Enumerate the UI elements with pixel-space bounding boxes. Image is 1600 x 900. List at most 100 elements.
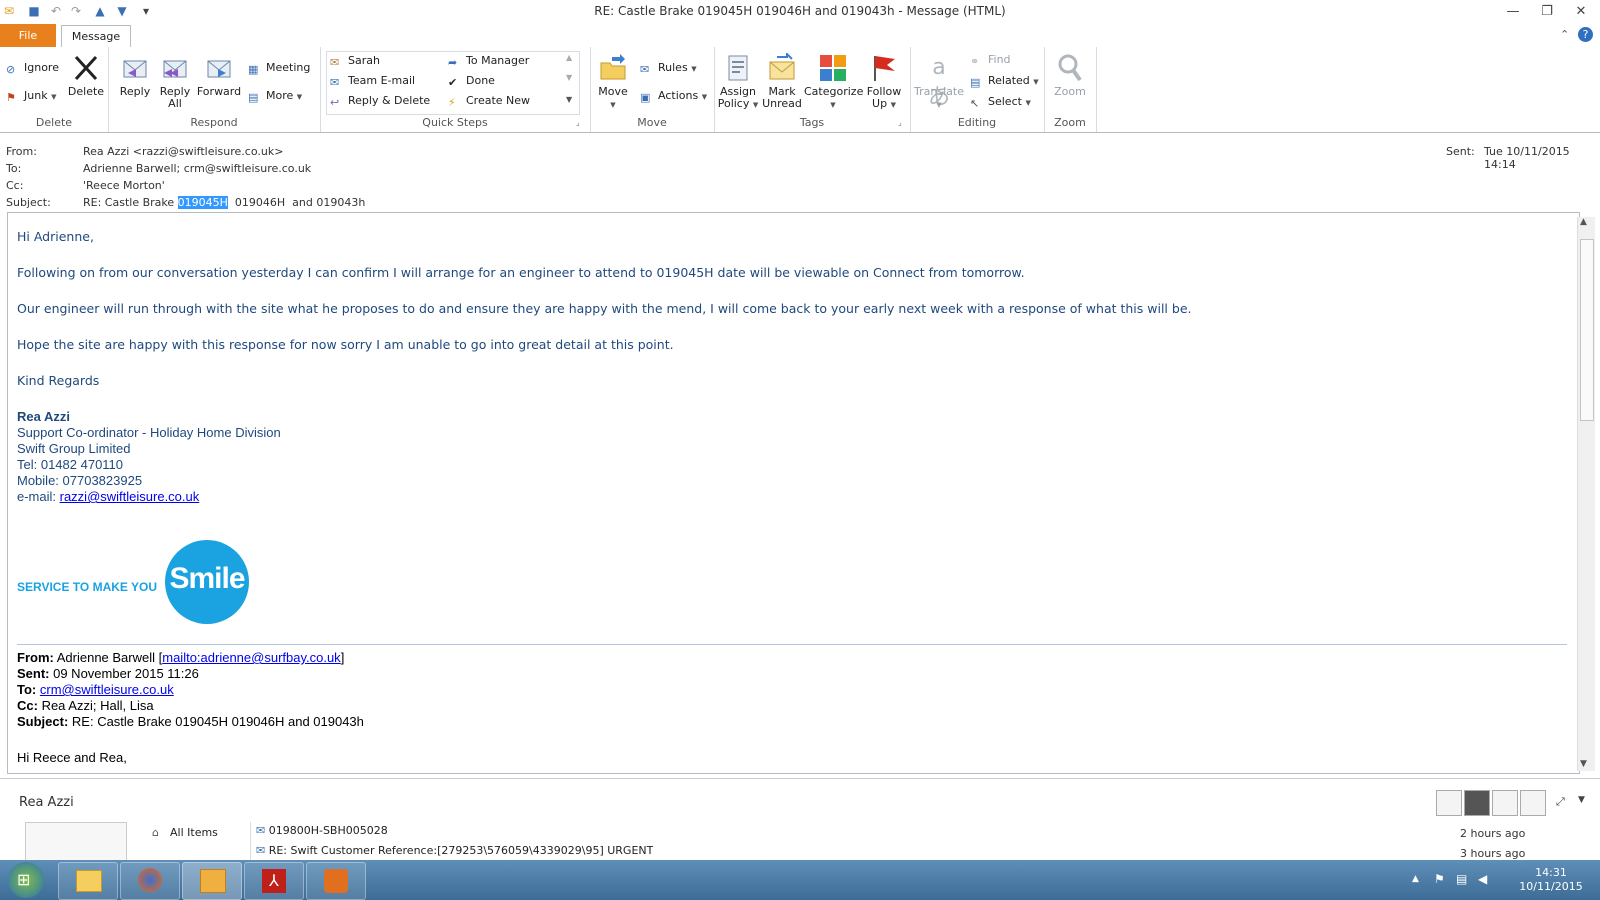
gallery-more-icon[interactable]: ▼ [566,95,572,104]
delete-button[interactable]: Delete [66,53,106,98]
chevron-down-icon: ▼ [890,101,896,109]
people-item-2-time: 3 hours ago [1460,847,1526,860]
forward-button[interactable]: Forward [196,53,242,98]
mark-unread-icon [769,53,795,80]
actions-button[interactable]: ▣ Actions ▼ [640,87,707,105]
junk-button[interactable]: ⚑ Junk ▼ [6,87,56,105]
actions-label: Actions [658,89,699,102]
expand-pane-icon[interactable]: ⤢ [1556,795,1565,809]
message-body[interactable] [7,212,1580,774]
all-items-tab[interactable]: All Items [170,826,218,839]
vertical-scrollbar[interactable]: ▲ ▼ [1577,217,1595,771]
tab-file[interactable]: File [0,24,56,47]
rules-button[interactable]: ✉ Rules ▼ [640,59,697,77]
person-avatar-1[interactable] [1436,790,1462,816]
redo-icon[interactable]: ↷ [68,3,84,19]
quickstep-done[interactable]: ✔ Done [448,72,495,90]
next-item-icon[interactable]: ▼ [114,3,130,19]
gallery-down-icon[interactable]: ▼ [566,73,572,82]
chevron-down-icon: ▼ [610,101,616,109]
pane-options-icon[interactable]: ▼ [1578,795,1585,805]
tray-network-icon[interactable]: ▤ [1456,872,1467,886]
chevron-down-icon: ▼ [51,93,57,101]
start-button[interactable]: ⊞ [8,862,44,898]
meeting-button[interactable]: ▦ Meeting [248,59,310,77]
people-item-2[interactable]: ✉ RE: Swift Customer Reference:[279253\5… [256,844,653,859]
categorize-button[interactable]: Categorize ▼ [804,53,863,111]
from-value[interactable]: Rea Azzi <razzi@swiftleisure.co.uk> [83,145,283,158]
move-group-label: Move [637,116,667,129]
scrollbar-thumb[interactable] [1580,239,1594,421]
taskbar-clock[interactable]: 14:31 10/11/2015 [1516,866,1586,894]
follow-up-button[interactable]: Follow Up ▼ [864,53,904,111]
taskbar-firefox[interactable] [120,862,180,900]
body-paragraph-2: Our engineer will run through with the s… [17,301,1192,316]
ignore-button[interactable]: ⊘ Ignore [6,59,59,77]
help-icon[interactable]: ? [1578,27,1593,42]
minimize-button[interactable]: — [1498,2,1528,22]
taskbar-explorer[interactable] [58,862,118,900]
tray-flag-icon[interactable]: ⚑ [1434,872,1445,886]
respond-group-label: Respond [190,116,238,129]
scroll-down-icon[interactable]: ▼ [1580,759,1587,769]
quickstep-to-manager-label: To Manager [466,54,530,67]
tray-volume-icon[interactable]: ◀ [1478,872,1487,886]
people-item-1[interactable]: ✉ 019800H-SBH005028 [256,824,388,837]
close-button[interactable]: ✕ [1566,2,1596,22]
taskbar-app[interactable] [306,862,366,900]
original-sent: Sent: 09 November 2015 11:26 [17,666,199,681]
assign-policy-label-2: Policy [717,97,750,110]
select-button[interactable]: ↖ Select ▼ [970,93,1031,111]
customize-toolbar-icon[interactable]: ▾ [138,3,154,19]
select-label: Select [988,95,1022,108]
rules-icon: ✉ [640,63,650,76]
lightning-icon: ⚡ [448,96,456,109]
tray-expand-icon[interactable]: ▲ [1412,874,1419,884]
cc-value[interactable]: 'Reece Morton' [83,179,165,192]
tab-message[interactable]: Message [61,25,131,49]
subject-text-post: 019046H and 019043h [227,196,366,209]
original-from-link[interactable]: mailto:adrienne@surfbay.co.uk [162,650,340,665]
taskbar-acrobat[interactable]: ⅄ [244,862,304,900]
ribbon-tab-row [0,24,1600,48]
assign-policy-button[interactable]: Assign Policy ▼ [716,53,760,111]
people-pane-name: Rea Azzi [19,795,74,810]
undo-icon[interactable]: ↶ [48,3,64,19]
translate-button[interactable]: aあ Translate ▼ [912,53,966,111]
original-subject-value: RE: Castle Brake 019045H 019046H and 019… [68,714,364,729]
signature-company: Swift Group Limited [17,441,131,456]
taskbar-outlook[interactable] [182,862,242,900]
zoom-button[interactable]: Zoom [1048,53,1092,98]
restore-button[interactable]: ❐ [1532,2,1562,22]
reply-button[interactable]: Reply [116,53,154,98]
original-to-link[interactable]: crm@swiftleisure.co.uk [40,682,174,697]
to-value[interactable]: Adrienne Barwell; crm@swiftleisure.co.uk [83,162,311,175]
find-button[interactable]: ⚭ Find [970,51,1011,69]
signature-email-link[interactable]: razzi@swiftleisure.co.uk [60,489,200,504]
quickstep-team-email-label: Team E-mail [348,74,416,87]
save-icon[interactable]: ■ [26,3,42,19]
follow-up-label-2: Up [872,97,888,110]
body-greeting: Hi Adrienne, [17,229,94,244]
reply-all-button[interactable]: Reply All [156,53,194,110]
person-avatar-2[interactable] [1464,790,1490,816]
subject-value: RE: Castle Brake 019045H 019046H and 019… [83,196,365,209]
quickstep-to-manager[interactable]: ➦ To Manager [448,52,529,70]
original-from-name: Adrienne Barwell [ [53,650,163,665]
move-folder-icon [600,54,626,80]
quickstep-sarah[interactable]: ✉ Sarah [330,52,380,70]
collapse-ribbon-icon[interactable]: ⌃ [1560,28,1569,41]
quickstep-create-new[interactable]: ⚡ Create New [448,92,530,110]
gallery-up-icon[interactable]: ▲ [566,53,572,62]
quickstep-team-email[interactable]: ✉ Team E-mail [330,72,415,90]
scroll-up-icon[interactable]: ▲ [1580,217,1587,227]
person-avatar-3[interactable] [1492,790,1518,816]
quickstep-reply-delete[interactable]: ↩ Reply & Delete [330,92,430,110]
person-avatar-4[interactable] [1520,790,1546,816]
mark-unread-button[interactable]: Mark Unread [762,53,802,110]
previous-item-icon[interactable]: ▲ [92,3,108,19]
chevron-down-icon: ▼ [830,101,836,109]
more-respond-button[interactable]: ▤ More ▼ [248,87,302,105]
move-button[interactable]: Move ▼ [596,53,630,111]
related-button[interactable]: ▤ Related ▼ [970,72,1039,90]
